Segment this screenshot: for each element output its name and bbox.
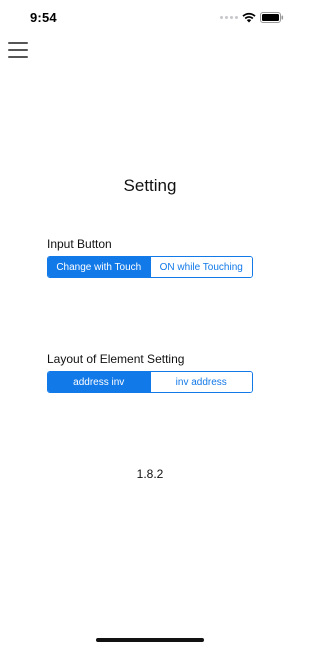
segment-on-while-touching[interactable]: ON while Touching	[149, 257, 252, 277]
input-button-segmented-control: Change with Touch ON while Touching	[47, 256, 253, 278]
layout-setting-label: Layout of Element Setting	[47, 352, 185, 366]
segment-inv-address[interactable]: inv address	[149, 372, 252, 392]
segment-address-inv[interactable]: address inv	[48, 372, 150, 392]
battery-icon	[260, 11, 284, 23]
hamburger-menu-icon[interactable]	[8, 40, 30, 60]
layout-setting-segmented-control: address inv inv address	[47, 371, 253, 393]
input-button-label: Input Button	[47, 237, 112, 251]
status-time: 9:54	[30, 10, 57, 25]
status-icons	[220, 11, 284, 23]
signal-dots-icon	[220, 15, 238, 19]
segment-change-with-touch[interactable]: Change with Touch	[48, 257, 150, 277]
page-title: Setting	[123, 176, 177, 195]
status-bar: 9:54	[0, 0, 300, 34]
home-indicator	[96, 638, 204, 642]
version-text: 1.8.2	[136, 467, 164, 481]
wifi-icon	[242, 12, 256, 22]
